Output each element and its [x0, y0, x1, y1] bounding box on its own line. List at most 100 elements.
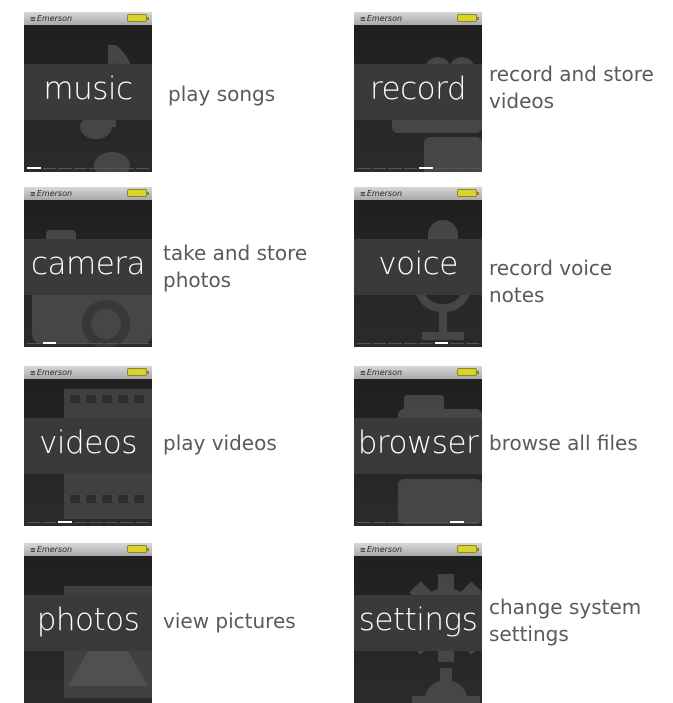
screen-browser: ≡Emerson browser	[354, 366, 482, 526]
caption: record voice notes	[489, 256, 613, 307]
page-dot	[419, 343, 433, 344]
caption: play songs	[168, 82, 276, 106]
brand-logo: ≡Emerson	[360, 14, 403, 23]
page-dot	[120, 522, 134, 523]
screen-settings: ≡Emerson settings	[354, 543, 482, 703]
page-dot	[388, 168, 402, 169]
screen-label: record	[369, 71, 467, 107]
page-dot	[372, 343, 386, 344]
screen-label: settings	[358, 602, 478, 638]
page-indicator	[27, 521, 149, 523]
battery-icon	[127, 545, 149, 553]
page-dot	[465, 522, 479, 523]
brand-logo: ≡Emerson	[360, 189, 403, 198]
screen-photos: ≡Emerson photos	[24, 543, 152, 703]
page-dot	[357, 168, 371, 169]
page-dot	[42, 342, 56, 344]
page-dot	[388, 522, 402, 523]
screen-voice: ≡Emerson voice	[354, 187, 482, 347]
page-dot	[58, 521, 72, 523]
screen-music: ≡Emerson music	[24, 12, 152, 172]
page-dot	[135, 522, 149, 523]
status-bar: ≡Emerson	[24, 12, 152, 25]
page-dot	[403, 168, 417, 169]
status-bar: ≡Emerson	[24, 187, 152, 200]
page-indicator	[27, 342, 149, 344]
battery-icon	[457, 545, 479, 553]
page-dot	[419, 167, 433, 169]
caption: record and store videos	[489, 62, 654, 113]
page-dot	[372, 522, 386, 523]
page-dot	[27, 343, 41, 344]
page-dot	[42, 168, 56, 169]
page-dot	[104, 343, 118, 344]
caption: take and store photos	[163, 241, 308, 292]
caption: play videos	[163, 431, 277, 455]
caption: browse all files	[489, 431, 638, 455]
brand-logo: ≡Emerson	[30, 14, 73, 23]
page-dot	[357, 522, 371, 523]
page-dot	[73, 168, 87, 169]
page-dot	[104, 168, 118, 169]
page-dot	[89, 168, 103, 169]
screen-record: ≡Emerson record	[354, 12, 482, 172]
screen-label: videos	[39, 425, 137, 461]
page-dot	[135, 168, 149, 169]
screen-label: voice	[378, 246, 458, 282]
page-dot	[403, 343, 417, 344]
page-dot	[450, 343, 464, 344]
battery-icon	[127, 189, 149, 197]
screen-camera: ≡Emerson camera	[24, 187, 152, 347]
brand-logo: ≡Emerson	[30, 545, 73, 554]
brand-logo: ≡Emerson	[30, 368, 73, 377]
status-bar: ≡Emerson	[354, 366, 482, 379]
page-dot	[388, 343, 402, 344]
screen-label: camera	[30, 246, 146, 282]
page-dot	[104, 522, 118, 523]
battery-icon	[457, 14, 479, 22]
page-dot	[58, 168, 72, 169]
page-dot	[450, 168, 464, 169]
screen-label: music	[43, 71, 133, 107]
page-dot	[27, 167, 41, 169]
page-dot	[465, 168, 479, 169]
page-dot	[135, 343, 149, 344]
brand-logo: ≡Emerson	[360, 368, 403, 377]
page-dot	[73, 343, 87, 344]
status-bar: ≡Emerson	[24, 543, 152, 556]
page-dot	[58, 343, 72, 344]
caption: change system settings	[489, 595, 642, 646]
page-dot	[89, 343, 103, 344]
page-dot	[403, 522, 417, 523]
battery-icon	[127, 368, 149, 376]
screen-label: photos	[36, 602, 140, 638]
status-bar: ≡Emerson	[354, 187, 482, 200]
status-bar: ≡Emerson	[354, 12, 482, 25]
page-dot	[434, 168, 448, 169]
battery-icon	[127, 14, 149, 22]
page-dot	[73, 522, 87, 523]
page-dot	[89, 522, 103, 523]
page-dot	[372, 168, 386, 169]
status-bar: ≡Emerson	[24, 366, 152, 379]
page-dot	[27, 522, 41, 523]
screen-videos: ≡Emerson videos	[24, 366, 152, 526]
page-dot	[434, 522, 448, 523]
page-indicator	[357, 167, 479, 169]
status-bar: ≡Emerson	[354, 543, 482, 556]
page-dot	[465, 343, 479, 344]
page-indicator	[357, 521, 479, 523]
page-dot	[419, 522, 433, 523]
page-indicator	[27, 167, 149, 169]
page-dot	[434, 342, 448, 344]
brand-logo: ≡Emerson	[30, 189, 73, 198]
battery-icon	[457, 368, 479, 376]
page-dot	[120, 168, 134, 169]
battery-icon	[457, 189, 479, 197]
page-dot	[42, 522, 56, 523]
page-dot	[450, 521, 464, 523]
page-indicator	[357, 342, 479, 344]
page-dot	[357, 343, 371, 344]
brand-logo: ≡Emerson	[360, 545, 403, 554]
caption: view pictures	[163, 609, 296, 633]
